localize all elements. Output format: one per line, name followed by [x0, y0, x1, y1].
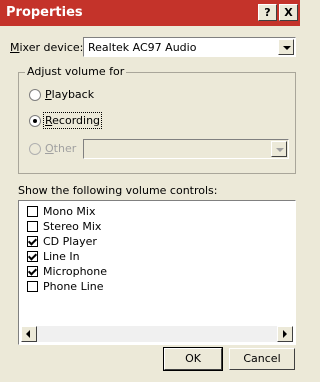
checkbox-cd-player[interactable] [27, 236, 38, 247]
checkbox-phone-line[interactable] [27, 281, 38, 292]
radio-playback[interactable] [29, 89, 41, 101]
recording-rest: ecording [52, 114, 101, 127]
volume-controls-list[interactable]: Mono Mix Stereo Mix CD Player Line In Mi… [18, 200, 296, 345]
close-button[interactable]: X [279, 4, 298, 21]
playback-rest: layback [51, 88, 95, 101]
other-device-select[interactable] [83, 139, 289, 159]
window-title: Properties [6, 5, 83, 20]
other-accel: O [45, 142, 54, 155]
ok-button[interactable]: OK [163, 347, 223, 371]
adjust-volume-legend: Adjust volume for [25, 65, 127, 78]
mixer-device-value: Realtek AC97 Audio [88, 41, 197, 54]
list-item-label: Stereo Mix [43, 220, 102, 233]
list-item-label: Line In [43, 250, 80, 263]
list-item-label: Phone Line [43, 280, 104, 293]
mixer-label-accel: M [10, 41, 20, 54]
mixer-device-label: Mixer device: [10, 41, 83, 54]
horizontal-scrollbar[interactable] [21, 326, 293, 342]
radio-recording[interactable] [29, 115, 41, 127]
checkbox-mono-mix[interactable] [27, 206, 38, 217]
list-item-label: CD Player [43, 235, 97, 248]
cancel-button[interactable]: Cancel [229, 348, 295, 370]
chevron-down-icon[interactable] [271, 141, 287, 157]
radio-other[interactable] [29, 143, 41, 155]
mixer-device-select[interactable]: Realtek AC97 Audio [83, 37, 296, 57]
mixer-label-text: ixer device: [19, 41, 84, 54]
chevron-down-icon[interactable] [278, 39, 294, 55]
checkbox-stereo-mix[interactable] [27, 221, 38, 232]
scroll-left-icon[interactable] [21, 326, 37, 342]
checkbox-microphone[interactable] [27, 266, 38, 277]
scroll-right-icon[interactable] [277, 326, 293, 342]
help-button[interactable]: ? [258, 4, 277, 21]
checkbox-line-in[interactable] [27, 251, 38, 262]
radio-playback-label[interactable]: Playback [45, 88, 94, 101]
other-rest: ther [53, 142, 77, 155]
playback-accel: P [45, 88, 52, 101]
radio-other-label[interactable]: Other [45, 142, 76, 155]
controls-heading: Show the following volume controls: [18, 184, 218, 197]
radio-recording-label[interactable]: Recording [42, 112, 103, 129]
list-item-label: Mono Mix [43, 205, 96, 218]
list-item-label: Microphone [43, 265, 108, 278]
title-bar[interactable]: Properties ? X [0, 0, 300, 26]
